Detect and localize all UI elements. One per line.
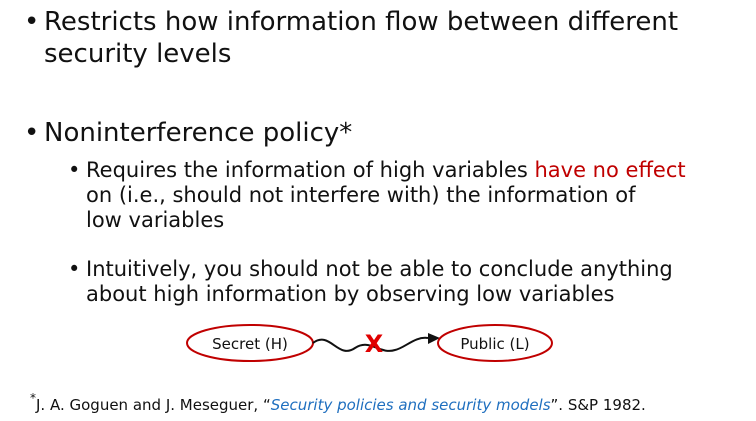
footnote-title-link[interactable]: Security policies and security models	[271, 396, 551, 414]
footnote-suffix: ”. S&P 1982.	[550, 396, 646, 414]
footnote-authors: J. A. Goguen and J. Meseguer, “	[36, 396, 271, 414]
secret-label: Secret (H)	[212, 335, 288, 353]
noninterference-diagram: Secret (H) X Public (L)	[186, 324, 553, 362]
footnote: *J. A. Goguen and J. Meseguer, “Security…	[30, 391, 646, 414]
blocked-x-mark: X	[365, 330, 384, 358]
public-label: Public (L)	[460, 335, 529, 353]
